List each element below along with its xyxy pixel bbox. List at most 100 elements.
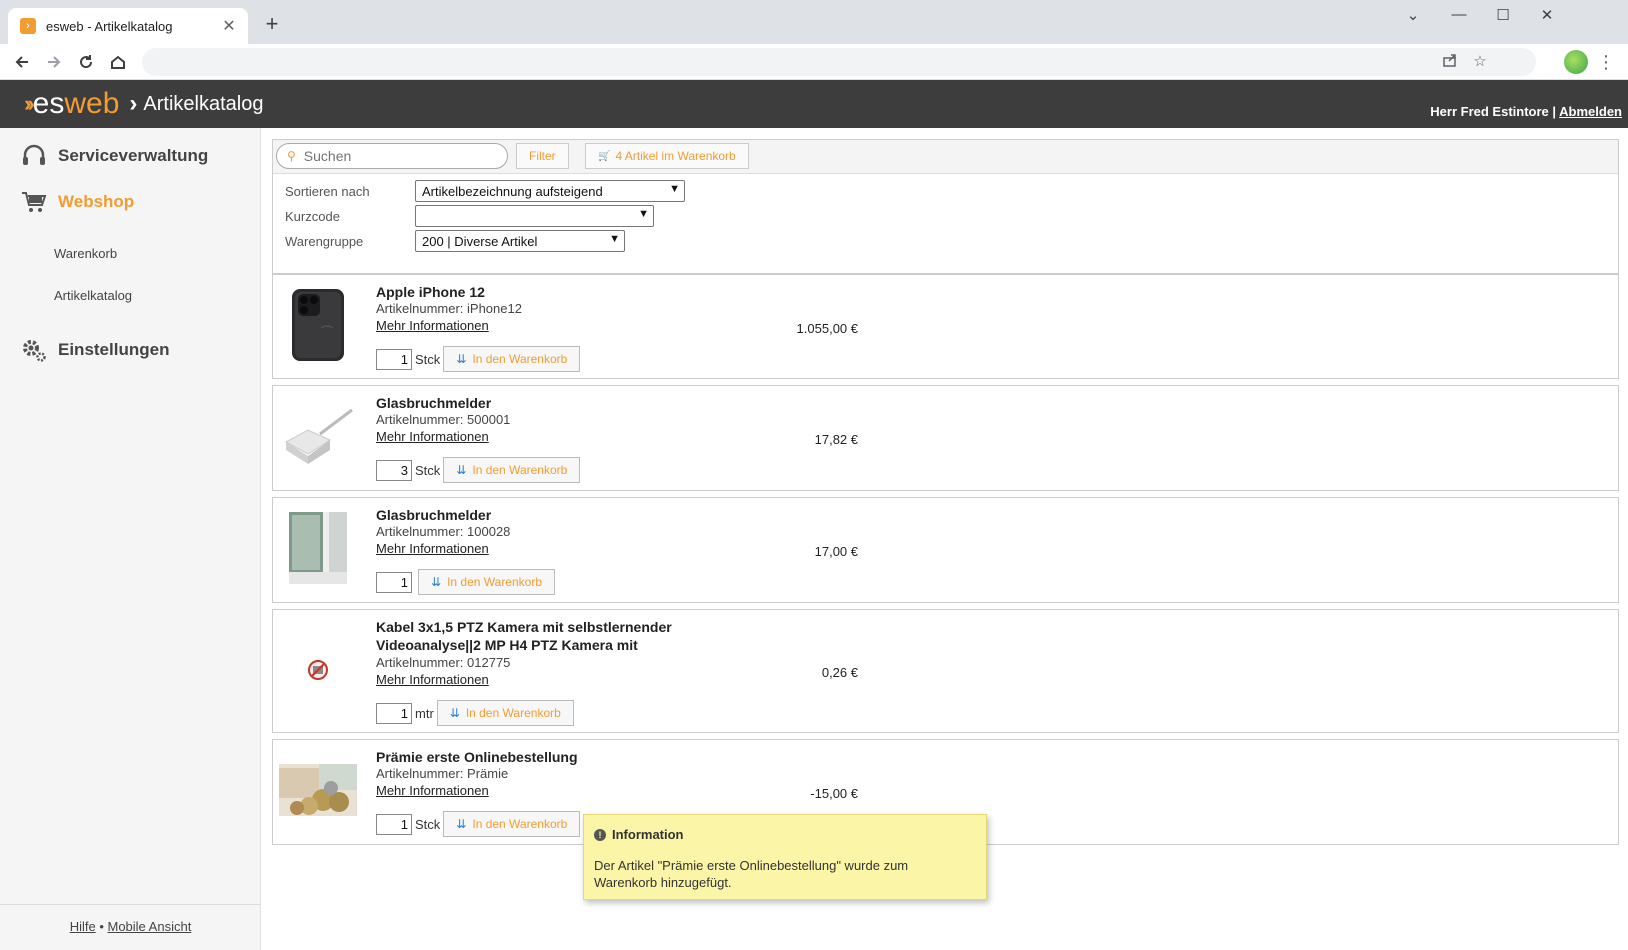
sidebar-item-serviceverwaltung[interactable]: Serviceverwaltung xyxy=(20,142,208,170)
quantity-input[interactable]: 1 xyxy=(376,571,412,593)
product-name: Prämie erste Onlinebestellung xyxy=(376,749,578,765)
sort-row: Sortieren nach Artikelbezeichnung aufste… xyxy=(285,180,685,202)
window-maximize-button[interactable]: ☐ xyxy=(1488,6,1518,24)
quantity-unit: mtr xyxy=(415,705,434,721)
new-tab-button[interactable]: + xyxy=(260,12,284,36)
filter-button[interactable]: Filter xyxy=(516,143,569,169)
esweb-logo[interactable]: ›› es web › Artikelkatalog xyxy=(24,86,263,122)
quantity-unit: Stck xyxy=(415,816,441,832)
forward-button[interactable] xyxy=(40,48,68,76)
product-number: Artikelnummer: 500001 xyxy=(376,412,511,427)
logo-web: web xyxy=(64,87,120,120)
add-to-cart-label: In den Warenkorb xyxy=(465,706,561,720)
product-name: Kabel 3x1,5 PTZ Kamera mit selbstlernend… xyxy=(376,619,672,653)
window-minimize-button[interactable]: — xyxy=(1444,6,1474,23)
sidebar-item-einstellungen[interactable]: Einstellungen xyxy=(20,336,169,364)
add-to-cart-label: In den Warenkorb xyxy=(472,463,568,477)
add-to-cart-button[interactable]: ⇊ In den Warenkorb xyxy=(436,700,574,726)
quantity-input[interactable]: 1 xyxy=(376,348,412,370)
quantity-input[interactable]: 1 xyxy=(376,702,412,724)
quantity-row: 3 Stck ⇊ In den Warenkorb xyxy=(376,457,581,483)
info-icon: ! xyxy=(594,828,606,841)
esweb-favicon-icon: › xyxy=(20,18,36,34)
group-selected-value: 200 | Diverse Artikel xyxy=(422,233,538,249)
browser-tab[interactable]: › esweb - Artikelkatalog ✕ xyxy=(8,8,248,44)
sidebar: Serviceverwaltung Webshop Warenkorb Arti… xyxy=(0,128,261,950)
shortcode-select[interactable]: ▼ xyxy=(415,205,654,227)
cart-icon xyxy=(20,188,48,216)
user-area: Herr Fred Estintore | Abmelden xyxy=(1430,104,1622,119)
product-price: 0,26 € xyxy=(821,665,858,680)
tab-close-icon[interactable]: ✕ xyxy=(220,16,238,36)
headset-icon xyxy=(20,142,48,170)
address-bar[interactable]: ☆ xyxy=(142,48,1536,76)
information-toast[interactable]: ! Information Der Artikel "Prämie erste … xyxy=(583,814,987,900)
search-input[interactable] xyxy=(303,148,484,164)
browser-menu-icon[interactable]: ⋮ xyxy=(1596,48,1616,76)
product-item: Kabel 3x1,5 PTZ Kamera mit selbstlernend… xyxy=(272,609,1619,733)
toast-title-text: Information xyxy=(612,827,684,842)
sidebar-item-webshop[interactable]: Webshop xyxy=(20,188,134,216)
add-cart-icon: ⇊ xyxy=(449,706,460,720)
product-number: Artikelnummer: 012775 xyxy=(376,655,511,670)
user-separator: | xyxy=(1548,104,1560,119)
reload-icon xyxy=(80,55,93,69)
group-select[interactable]: 200 | Diverse Artikel ▼ xyxy=(415,230,625,252)
product-image-iphone[interactable] xyxy=(290,287,346,363)
chevron-down-icon: ▼ xyxy=(638,208,649,220)
sidebar-item-label: Webshop xyxy=(58,192,135,211)
subnav-artikelkatalog[interactable]: Artikelkatalog xyxy=(54,288,132,303)
add-to-cart-button[interactable]: ⇊ In den Warenkorb xyxy=(443,346,581,372)
back-button[interactable] xyxy=(8,48,36,76)
toast-message: Der Artikel "Prämie erste Onlinebestellu… xyxy=(594,858,909,890)
tab-search-icon[interactable]: ⌄ xyxy=(1398,6,1428,24)
product-item: Glasbruchmelder Artikelnummer: 100028 Me… xyxy=(272,497,1619,603)
product-item: Glasbruchmelder Artikelnummer: 500001 Me… xyxy=(272,385,1619,491)
add-cart-icon: ⇊ xyxy=(456,463,467,477)
sort-label: Sortieren nach xyxy=(285,183,370,199)
quantity-unit: Stck xyxy=(415,351,441,367)
more-info-link[interactable]: Mehr Informationen xyxy=(376,429,489,444)
cart-count-label: 4 Artikel im Warenkorb xyxy=(615,149,736,163)
sidebar-item-label: Einstellungen xyxy=(58,340,170,359)
search-box[interactable]: ⚲ xyxy=(276,143,508,169)
subnav-warenkorb[interactable]: Warenkorb xyxy=(54,246,117,261)
quantity-row: 1 mtr ⇊ In den Warenkorb xyxy=(376,700,574,726)
more-info-link[interactable]: Mehr Informationen xyxy=(376,672,489,687)
add-to-cart-button[interactable]: ⇊ In den Warenkorb xyxy=(418,569,556,595)
mobile-view-link[interactable]: Mobile Ansicht xyxy=(107,919,191,934)
product-image-glasbruchmelder[interactable] xyxy=(281,398,357,474)
browser-tabstrip: › esweb - Artikelkatalog ✕ + ⌄ — ☐ ✕ xyxy=(0,0,1628,44)
product-name: Apple iPhone 12 xyxy=(376,284,485,300)
breadcrumb-separator: › xyxy=(129,90,138,117)
logo-es: es xyxy=(32,87,65,120)
more-info-link[interactable]: Mehr Informationen xyxy=(376,541,489,556)
more-info-link[interactable]: Mehr Informationen xyxy=(376,783,489,798)
window-close-button[interactable]: ✕ xyxy=(1532,6,1562,24)
quantity-input[interactable]: 3 xyxy=(376,459,412,481)
add-to-cart-button[interactable]: ⇊ In den Warenkorb xyxy=(443,457,581,483)
product-image-window[interactable] xyxy=(289,512,347,584)
reload-button[interactable] xyxy=(72,48,100,76)
group-row: Warengruppe 200 | Diverse Artikel ▼ xyxy=(285,230,625,252)
more-info-link[interactable]: Mehr Informationen xyxy=(376,318,489,333)
add-to-cart-label: In den Warenkorb xyxy=(472,352,568,366)
filter-panel: ⚲ Filter 🛒 4 Artikel im Warenkorb Sortie… xyxy=(272,139,1619,274)
add-to-cart-button[interactable]: ⇊ In den Warenkorb xyxy=(443,811,581,837)
quantity-input[interactable]: 1 xyxy=(376,813,412,835)
product-image-coins[interactable] xyxy=(279,764,357,816)
star-icon[interactable]: ☆ xyxy=(1468,52,1492,72)
browser-toolbar: ☆ ⋮ xyxy=(0,44,1628,80)
add-cart-icon: ⇊ xyxy=(456,817,467,831)
share-icon[interactable] xyxy=(1438,52,1462,72)
search-icon: ⚲ xyxy=(287,149,296,163)
logout-link[interactable]: Abmelden xyxy=(1559,104,1622,119)
cart-count-button[interactable]: 🛒 4 Artikel im Warenkorb xyxy=(585,143,749,169)
add-to-cart-label: In den Warenkorb xyxy=(472,817,568,831)
page-title: Artikelkatalog xyxy=(143,92,264,115)
home-button[interactable] xyxy=(104,48,132,76)
help-link[interactable]: Hilfe xyxy=(70,919,96,934)
quantity-row: 1 Stck ⇊ In den Warenkorb xyxy=(376,346,581,372)
profile-avatar[interactable] xyxy=(1564,50,1588,74)
sort-select[interactable]: Artikelbezeichnung aufsteigend ▼ xyxy=(415,180,685,202)
